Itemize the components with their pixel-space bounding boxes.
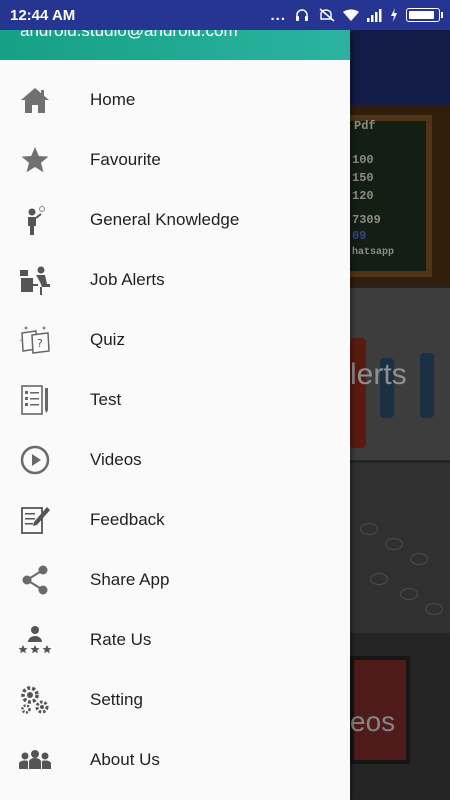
test-sheet-icon xyxy=(18,383,52,417)
menu-label-home: Home xyxy=(90,90,136,109)
menu-item-share-app[interactable]: Share App xyxy=(0,550,350,610)
home-icon xyxy=(18,83,52,117)
gears-icon xyxy=(18,683,52,717)
signal-icon xyxy=(366,8,382,22)
group-icon xyxy=(18,743,52,777)
charging-icon xyxy=(390,8,398,22)
drawer-header: android.studio@android.com xyxy=(0,30,350,60)
rate-us-icon xyxy=(18,623,52,657)
menu-item-home[interactable]: Home xyxy=(0,70,350,130)
header-email: android.studio@android.com xyxy=(20,30,238,40)
svg-text:?: ? xyxy=(37,337,43,350)
drawer-menu: Home Favourite General Knowledge Job Ale… xyxy=(0,70,350,790)
status-bar: 12:44 AM ... xyxy=(0,0,450,30)
drawer-scrim[interactable] xyxy=(350,30,450,800)
menu-label-videos: Videos xyxy=(90,450,142,469)
quiz-icon: ? xyxy=(18,323,52,357)
menu-item-favourite[interactable]: Favourite xyxy=(0,130,350,190)
menu-label-favourite: Favourite xyxy=(90,150,161,169)
menu-label-quiz: Quiz xyxy=(90,330,125,349)
menu-label-share-app: Share App xyxy=(90,570,170,589)
menu-label-setting: Setting xyxy=(90,690,143,709)
menu-label-test: Test xyxy=(90,390,122,409)
menu-item-test[interactable]: Test xyxy=(0,370,350,430)
menu-item-about-us[interactable]: About Us xyxy=(0,730,350,790)
status-icons: ... xyxy=(270,6,443,24)
play-circle-icon xyxy=(18,443,52,477)
notification-dots: ... xyxy=(270,6,286,24)
menu-item-feedback[interactable]: Feedback xyxy=(0,490,350,550)
headset-icon xyxy=(294,8,310,22)
menu-label-general-knowledge: General Knowledge xyxy=(90,210,240,229)
menu-item-rate-us[interactable]: Rate Us xyxy=(0,610,350,670)
menu-label-job-alerts: Job Alerts xyxy=(90,270,165,289)
wifi-icon xyxy=(342,8,359,22)
desk-worker-icon xyxy=(18,263,52,297)
menu-item-job-alerts[interactable]: Job Alerts xyxy=(0,250,350,310)
menu-label-rate-us: Rate Us xyxy=(90,630,152,649)
menu-item-quiz[interactable]: ? Quiz xyxy=(0,310,350,370)
menu-item-general-knowledge[interactable]: General Knowledge xyxy=(0,190,350,250)
person-idea-icon xyxy=(18,203,52,237)
menu-item-setting[interactable]: Setting xyxy=(0,670,350,730)
star-icon xyxy=(18,143,52,177)
battery-icon xyxy=(406,8,443,22)
share-icon xyxy=(18,563,52,597)
menu-label-feedback: Feedback xyxy=(90,510,165,529)
menu-item-videos[interactable]: Videos xyxy=(0,430,350,490)
feedback-icon xyxy=(18,503,52,537)
menu-label-about-us: About Us xyxy=(90,750,160,769)
navigation-drawer: android.studio@android.com Home Favourit… xyxy=(0,30,350,800)
mute-icon xyxy=(318,8,335,22)
status-time: 12:44 AM xyxy=(10,6,76,24)
